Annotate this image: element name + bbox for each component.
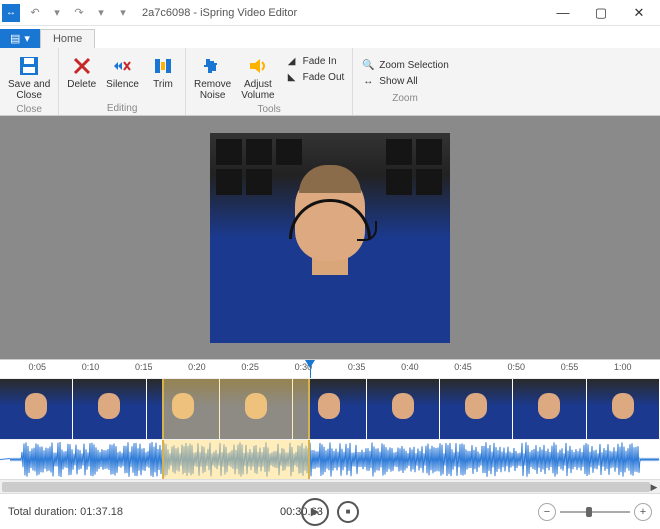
undo-button[interactable]: ↶ (26, 4, 44, 22)
ruler-tick: 0:10 (82, 362, 100, 372)
ruler-tick: 1:00 (614, 362, 632, 372)
ruler-tick: 0:55 (561, 362, 579, 372)
app-icon: ↔ (2, 4, 20, 22)
scrollbar-right-arrow[interactable]: ▶ (648, 480, 660, 494)
zoom-in-button[interactable]: + (634, 503, 652, 521)
close-window-button[interactable]: ✕ (620, 0, 658, 26)
ruler-tick: 0:25 (241, 362, 259, 372)
maximize-button[interactable]: ▢ (582, 0, 620, 26)
save-icon (17, 54, 41, 78)
timeline-thumbnail[interactable] (147, 379, 220, 439)
group-zoom: 🔍Zoom Selection ↔Show All Zoom (353, 48, 456, 115)
show-all-icon: ↔ (361, 74, 375, 88)
minimize-button[interactable]: — (544, 0, 582, 26)
qat-sep: ▾ (48, 4, 66, 22)
total-duration-label: Total duration: 01:37.18 (8, 506, 123, 518)
fade-out-button[interactable]: ◣Fade Out (285, 70, 345, 84)
ruler-tick: 0:15 (135, 362, 153, 372)
ruler-tick: 0:50 (508, 362, 526, 372)
group-close: Save and Close Close (0, 48, 59, 115)
play-button[interactable]: ▶ (301, 498, 329, 526)
ruler-tick: 0:05 (28, 362, 46, 372)
fade-out-icon: ◣ (285, 70, 299, 84)
volume-icon (246, 54, 270, 78)
timeline-ruler[interactable]: 0:050:100:150:200:250:300:350:400:450:50… (0, 359, 660, 379)
zoom-slider-handle[interactable] (586, 507, 592, 517)
timeline-thumbnail[interactable] (220, 379, 293, 439)
qat-sep2: ▾ (114, 4, 132, 22)
delete-button[interactable]: Delete (63, 50, 100, 102)
timeline-thumbnail[interactable] (367, 379, 440, 439)
qat-dropdown[interactable]: ▾ (92, 4, 110, 22)
group-editing-label: Editing (63, 102, 181, 115)
ribbon-tabs: ▤▾ Home (0, 26, 660, 48)
delete-icon (70, 54, 94, 78)
video-frame (210, 133, 450, 343)
group-tools: Remove Noise Adjust Volume ◢Fade In ◣Fad… (186, 48, 353, 115)
stop-button[interactable]: ■ (337, 501, 359, 523)
zoom-selection-button[interactable]: 🔍Zoom Selection (361, 58, 448, 72)
silence-button[interactable]: Silence (102, 50, 143, 102)
zoom-selection-icon: 🔍 (361, 58, 375, 72)
group-tools-label: Tools (190, 103, 348, 116)
noise-icon (201, 54, 225, 78)
quick-access-toolbar: ↶ ▾ ↷ ▾ ▾ (26, 4, 132, 22)
fade-in-icon: ◢ (285, 54, 299, 68)
ruler-tick: 0:40 (401, 362, 419, 372)
timeline-thumbnail[interactable] (513, 379, 586, 439)
zoom-control: − + (538, 503, 652, 521)
audio-waveform[interactable] (0, 439, 660, 479)
file-tab[interactable]: ▤▾ (0, 29, 40, 48)
show-all-button[interactable]: ↔Show All (361, 74, 448, 88)
timeline-thumbnail[interactable] (293, 379, 366, 439)
window-controls: — ▢ ✕ (544, 0, 658, 26)
video-preview (0, 116, 660, 359)
fade-in-button[interactable]: ◢Fade In (285, 54, 345, 68)
timeline-thumbnail[interactable] (0, 379, 73, 439)
trim-button[interactable]: Trim (145, 50, 181, 102)
save-and-close-button[interactable]: Save and Close (4, 50, 54, 103)
thumbnail-track[interactable] (0, 379, 660, 439)
group-zoom-label: Zoom (357, 92, 452, 105)
ruler-tick: 0:20 (188, 362, 206, 372)
ruler-tick: 0:35 (348, 362, 366, 372)
window-title: 2a7c6098 - iSpring Video Editor (142, 7, 297, 19)
playhead[interactable] (310, 360, 311, 378)
silence-icon (111, 54, 135, 78)
redo-button[interactable]: ↷ (70, 4, 88, 22)
playback-controls: Total duration: 01:37.18 00:30.63 ▶ ■ − … (0, 493, 660, 529)
group-editing: Delete Silence Trim Editing (59, 48, 186, 115)
ribbon: Save and Close Close Delete Silence Trim… (0, 48, 660, 116)
timeline-thumbnail[interactable] (587, 379, 660, 439)
trim-icon (151, 54, 175, 78)
timeline-thumbnail[interactable] (440, 379, 513, 439)
timeline-thumbnail[interactable] (73, 379, 146, 439)
zoom-out-button[interactable]: − (538, 503, 556, 521)
remove-noise-button[interactable]: Remove Noise (190, 50, 235, 103)
titlebar: ↔ ↶ ▾ ↷ ▾ ▾ 2a7c6098 - iSpring Video Edi… (0, 0, 660, 26)
adjust-volume-button[interactable]: Adjust Volume (237, 50, 278, 103)
group-close-label: Close (4, 103, 54, 116)
scrollbar-thumb[interactable] (2, 482, 650, 492)
timeline: 0:050:100:150:200:250:300:350:400:450:50… (0, 359, 660, 493)
timeline-scrollbar[interactable]: ▶ (0, 479, 660, 493)
ruler-tick: 0:45 (454, 362, 472, 372)
home-tab[interactable]: Home (40, 29, 95, 48)
zoom-slider[interactable] (560, 511, 630, 513)
